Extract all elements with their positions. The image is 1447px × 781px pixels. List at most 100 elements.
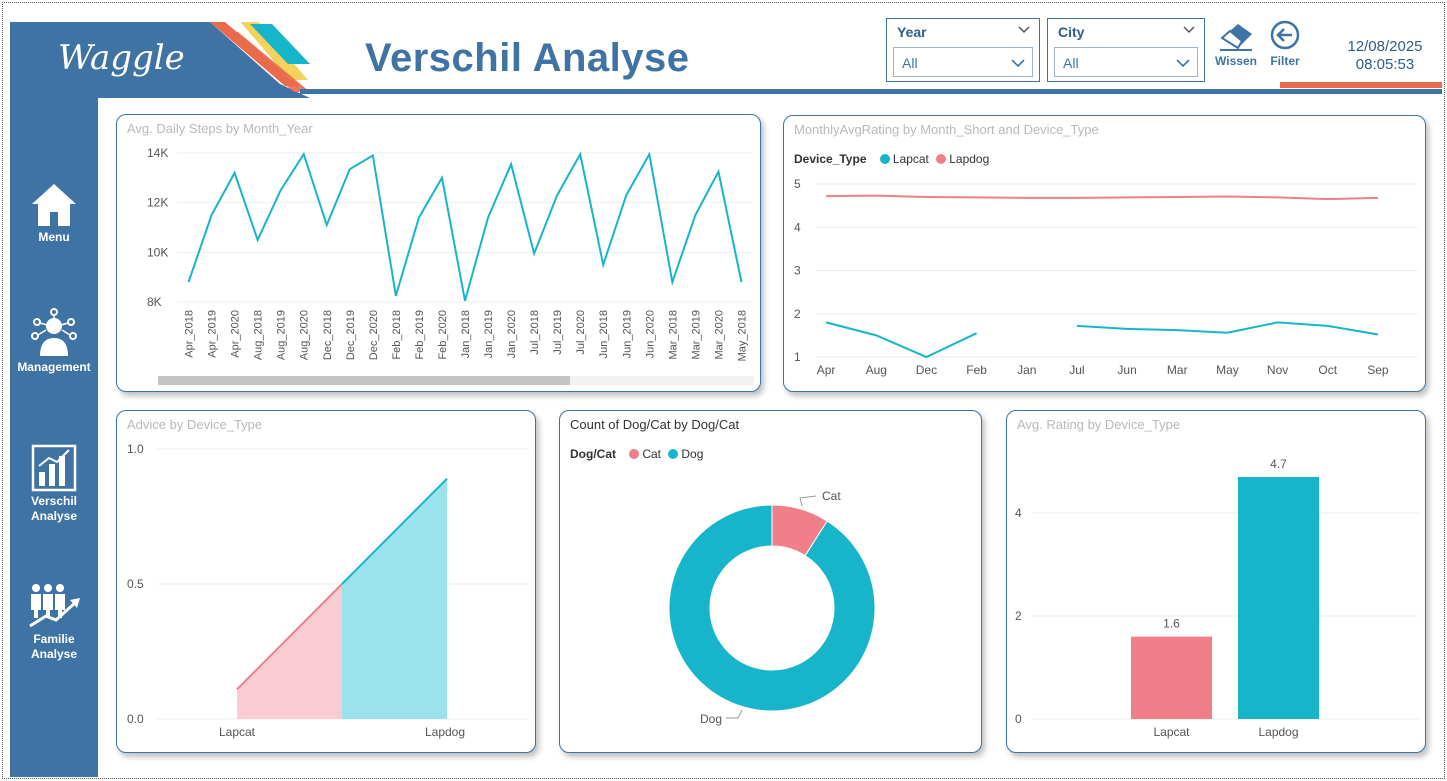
advice-chart-card: Advice by Device_Type 0.0 0.5 1.0 Lapcat Lap… <box>116 410 536 753</box>
steps-line-chart: 8K 10K 12K 14K Apr_2018 Apr_2019 Apr_2020 Aug_2… <box>147 146 753 361</box>
x-tick-label: Lapdog <box>425 725 465 739</box>
x-tick-label: May_2018 <box>736 310 748 361</box>
dogcat-donut-chart: Cat Dog <box>668 489 876 726</box>
y-tick-label: 1.0 <box>127 442 144 456</box>
bar-lapcat <box>1131 636 1212 719</box>
x-tick-label: Jun_2019 <box>621 310 633 358</box>
x-tick-label: Aug_2020 <box>299 310 311 360</box>
filter-label: Filter <box>1270 54 1300 68</box>
sidebar-item-management[interactable]: Management <box>10 308 98 375</box>
dogcat-chart-card: Count of Dog/Cat by Dog/Cat Dog/Cat Cat … <box>559 410 982 753</box>
chevron-down-icon <box>1176 59 1190 68</box>
x-tick-label: Jul_2020 <box>575 310 587 355</box>
chevron-down-icon[interactable] <box>1017 23 1031 37</box>
x-tick-label: Jun_2020 <box>644 310 656 358</box>
x-tick-label: Jun_2018 <box>598 310 610 358</box>
x-tick-label: Jan_2018 <box>460 310 472 358</box>
monthly-rating-chart-card: MonthlyAvgRating by Month_Short and Devi… <box>783 115 1426 392</box>
bar-lapdog <box>1238 477 1319 719</box>
avg-rating-chart-card: Avg. Rating by Device_Type 0 2 4 1.6 Lapcat 4… <box>1006 410 1426 753</box>
header-accent-rule <box>1280 82 1442 88</box>
chevron-down-icon[interactable] <box>1182 23 1196 37</box>
sidebar-item-label: Familie Analyse <box>30 632 78 661</box>
x-tick-label: May <box>1216 363 1239 377</box>
y-tick-label: 0 <box>1015 712 1022 726</box>
data-label: 1.6 <box>1163 617 1180 631</box>
y-tick-label: 12K <box>147 196 168 210</box>
wissen-button[interactable]: Wissen <box>1210 20 1262 72</box>
avg-rating-bar-chart: 0 2 4 1.6 Lapcat 4.7 Lapdog <box>1015 457 1419 739</box>
label-leader-line <box>799 495 817 507</box>
area-lapdog <box>342 478 447 719</box>
x-tick-label: Jul_2019 <box>552 310 564 355</box>
series-line-lapdog <box>826 194 1378 201</box>
x-tick-label: Aug_2019 <box>276 310 288 360</box>
x-tick-label: Aug <box>866 363 887 377</box>
y-tick-label: 2 <box>1015 609 1022 623</box>
area-lapcat <box>237 584 342 719</box>
y-tick-label: 3 <box>794 264 801 278</box>
header-rule <box>300 89 1442 94</box>
y-tick-label: 4 <box>1015 506 1022 520</box>
y-tick-label: 1 <box>794 350 801 364</box>
sidebar-item-familie-analyse[interactable]: Familie Analyse <box>10 582 98 662</box>
datetime: 12/08/2025 08:05:53 <box>1330 38 1440 74</box>
year-slicer-label: Year <box>897 24 927 40</box>
filter-button[interactable]: Filter <box>1259 20 1311 72</box>
x-tick-label: Mar_2019 <box>690 310 702 360</box>
sidebar-item-label: Verschil Analyse <box>30 494 78 523</box>
x-tick-label: Feb_2020 <box>437 310 449 360</box>
back-arrow-icon <box>1270 20 1300 50</box>
logo[interactable]: Waggle <box>58 38 185 78</box>
y-tick-label: 8K <box>147 295 162 309</box>
sidebar-item-label: Management <box>17 360 91 374</box>
year-slicer: Year All <box>886 18 1040 82</box>
x-tick-label: Jun <box>1117 363 1136 377</box>
y-tick-label: 10K <box>147 245 168 259</box>
data-label: 4.7 <box>1270 457 1287 471</box>
family-growth-icon <box>29 584 80 628</box>
monthly-rating-line-chart: 1 2 3 4 5 Apr Aug Dec Feb Jan Jul Jun Mar May Nov Oct Se… <box>794 177 1418 377</box>
x-tick-label: Jan_2020 <box>506 310 518 358</box>
scrollbar-track[interactable] <box>158 376 754 385</box>
x-tick-label: Dec_2018 <box>322 310 334 360</box>
city-slicer: City All <box>1047 18 1205 82</box>
sidebar-item-label: Menu <box>38 230 70 244</box>
x-tick-label: Feb <box>966 363 987 377</box>
y-tick-label: 14K <box>147 146 168 160</box>
x-tick-label: Jan_2019 <box>483 310 495 358</box>
x-tick-label: Dec <box>916 363 937 377</box>
x-tick-label: Lapcat <box>1153 725 1190 739</box>
network-person-icon <box>31 308 77 356</box>
x-tick-label: Nov <box>1267 363 1288 377</box>
city-dropdown-value: All <box>1063 55 1079 71</box>
header: Waggle Verschil Analyse Year All City Al… <box>10 10 1442 98</box>
home-icon <box>32 184 76 226</box>
x-tick-label: Mar <box>1167 363 1188 377</box>
x-tick-label: Sep <box>1367 363 1389 377</box>
x-tick-label: Jul_2018 <box>529 310 541 355</box>
bar-chart-icon <box>31 444 77 492</box>
x-tick-label: Apr_2020 <box>230 310 242 358</box>
x-tick-label: Apr <box>817 363 836 377</box>
x-tick-label: Lapcat <box>219 725 256 739</box>
page-title: Verschil Analyse <box>365 36 690 80</box>
series-line-lapcat <box>825 321 978 359</box>
wissen-label: Wissen <box>1215 54 1257 68</box>
slice-label-cat: Cat <box>822 489 841 503</box>
city-dropdown[interactable]: All <box>1054 47 1198 77</box>
x-tick-label: Dec_2020 <box>368 310 380 360</box>
y-tick-label: 5 <box>794 177 801 191</box>
y-tick-label: 0.0 <box>127 712 144 726</box>
label-leader-line <box>726 709 743 719</box>
sidebar-item-menu[interactable]: Menu <box>10 182 98 245</box>
x-tick-label: Feb_2019 <box>414 310 426 360</box>
eraser-icon <box>1220 24 1252 51</box>
year-dropdown[interactable]: All <box>893 47 1033 77</box>
sidebar-item-verschil-analyse[interactable]: Verschil Analyse <box>10 444 98 524</box>
advice-area-chart: 0.0 0.5 1.0 Lapcat Lapdog <box>127 442 529 739</box>
time-text: 08:05:53 <box>1355 56 1415 73</box>
scrollbar-thumb[interactable] <box>158 376 570 385</box>
city-slicer-label: City <box>1058 24 1085 40</box>
date-text: 12/08/2025 <box>1347 38 1423 55</box>
